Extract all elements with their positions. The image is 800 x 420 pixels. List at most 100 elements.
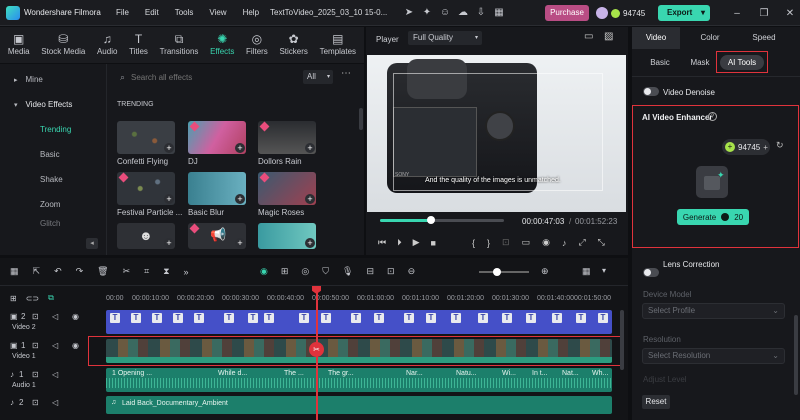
tab-templates[interactable]: ▤ Templates bbox=[320, 27, 356, 63]
track-lock-icon[interactable]: ⊡ bbox=[32, 370, 39, 379]
purchase-button[interactable]: Purchase bbox=[545, 5, 589, 21]
audio-1-clips[interactable]: 1 Opening ... While d... The ... The gr.… bbox=[106, 368, 612, 392]
insert-icon[interactable]: ⊡ bbox=[502, 237, 510, 248]
tab-video[interactable]: Video bbox=[632, 27, 680, 49]
ai-tool-icon[interactable]: ◉ bbox=[260, 266, 268, 277]
mark-in-icon[interactable]: { bbox=[472, 238, 475, 248]
track-visible-icon[interactable]: ◉ bbox=[72, 312, 79, 321]
title-clip-icon[interactable]: T bbox=[598, 313, 608, 323]
help-icon[interactable]: ? bbox=[708, 112, 717, 121]
nav-trending[interactable]: Trending bbox=[0, 117, 106, 142]
scrollbar[interactable] bbox=[359, 108, 363, 130]
playhead-marker[interactable]: ✂ bbox=[309, 342, 324, 357]
title-clip-icon[interactable]: T bbox=[426, 313, 436, 323]
track-mute-icon[interactable]: ◁ bbox=[52, 312, 58, 321]
tab-audio[interactable]: ♫ Audio bbox=[97, 27, 117, 63]
menu-file[interactable]: File bbox=[116, 8, 129, 17]
time-ruler[interactable]: 00:00 00:00:10:00 00:00:20:00 00:00:30:0… bbox=[106, 286, 620, 306]
title-clip-icon[interactable]: T bbox=[264, 313, 274, 323]
zoom-slider[interactable] bbox=[479, 271, 529, 273]
grid-icon[interactable]: ▦ bbox=[492, 5, 506, 19]
effect-card-basic-blur[interactable]: + Basic Blur bbox=[188, 172, 248, 217]
effect-card-magic-roses[interactable]: + Magic Roses bbox=[258, 172, 318, 217]
cut-icon[interactable]: ✂ bbox=[123, 266, 131, 277]
title-clip-icon[interactable]: T bbox=[110, 313, 120, 323]
snap-icon[interactable]: ⧉ bbox=[48, 293, 54, 303]
undo-icon[interactable]: ↶ bbox=[54, 266, 62, 277]
delete-icon[interactable]: 🗑 bbox=[97, 266, 108, 277]
track-mute-icon[interactable]: ◁ bbox=[52, 370, 58, 379]
title-clip-icon[interactable]: T bbox=[152, 313, 162, 323]
title-clip-icon[interactable]: T bbox=[224, 313, 234, 323]
upload-cloud-icon[interactable]: ☁ bbox=[456, 5, 470, 19]
export-button[interactable]: Export ▾ bbox=[658, 5, 710, 21]
quality-select[interactable]: Full Quality ▾ bbox=[408, 31, 482, 45]
account-icon[interactable]: ☺ bbox=[438, 5, 452, 19]
previous-frame-icon[interactable]: ⏮ bbox=[378, 237, 386, 248]
title-clip-icon[interactable]: T bbox=[526, 313, 536, 323]
title-clip-icon[interactable]: T bbox=[351, 313, 361, 323]
adjust-icon[interactable]: ⧗ bbox=[163, 266, 169, 277]
panel-scrollbar[interactable] bbox=[794, 315, 798, 395]
track-mute-icon[interactable]: ◁ bbox=[52, 341, 58, 350]
add-icon[interactable]: + bbox=[235, 143, 245, 153]
tab-stock-media[interactable]: ⛁ Stock Media bbox=[41, 27, 85, 63]
menu-help[interactable]: Help bbox=[243, 8, 259, 17]
auto-highlight-icon[interactable]: ⊞ bbox=[281, 266, 289, 277]
crop-icon[interactable]: ⌗ bbox=[144, 266, 149, 277]
menu-tools[interactable]: Tools bbox=[175, 8, 194, 17]
add-icon[interactable]: + bbox=[164, 194, 174, 204]
title-clip-icon[interactable]: T bbox=[576, 313, 586, 323]
stop-icon[interactable]: ■ bbox=[431, 238, 436, 248]
menu-view[interactable]: View bbox=[209, 8, 226, 17]
timeline-scrollbar[interactable] bbox=[620, 310, 624, 370]
stabilize-icon[interactable]: ◎ bbox=[301, 266, 309, 277]
nav-basic[interactable]: Basic bbox=[0, 142, 106, 167]
subtab-mask[interactable]: Mask bbox=[680, 55, 720, 71]
tab-speed[interactable]: Speed bbox=[740, 27, 788, 49]
nav-shake[interactable]: Shake bbox=[0, 167, 106, 192]
redo-icon[interactable]: ↷ bbox=[76, 266, 84, 277]
title-clip-icon[interactable]: T bbox=[478, 313, 488, 323]
send-icon[interactable]: ➤ bbox=[402, 5, 416, 19]
video-preview[interactable]: SONY And the quality of the images is un… bbox=[367, 55, 626, 212]
effect-card[interactable]: + bbox=[258, 223, 318, 253]
add-icon[interactable]: + bbox=[305, 238, 315, 248]
audio-2-clip[interactable]: ♫ Laid Back_Documentary_Ambient bbox=[106, 396, 612, 414]
progress-handle[interactable] bbox=[427, 216, 435, 224]
expand-icon[interactable]: ⤡ bbox=[598, 237, 605, 248]
effect-card-dj[interactable]: + DJ bbox=[188, 121, 248, 166]
title-clip-icon[interactable]: T bbox=[374, 313, 384, 323]
title-clip-icon[interactable]: T bbox=[502, 313, 512, 323]
timeline-menu-icon[interactable]: ▾ bbox=[602, 266, 606, 275]
track-lock-icon[interactable]: ⊡ bbox=[32, 341, 39, 350]
tab-stickers[interactable]: ✿ Stickers bbox=[279, 27, 307, 63]
video-2-clips[interactable]: T T T T T T T T T T T T T T T T T T T T … bbox=[106, 310, 612, 334]
frame-icon[interactable]: ⊡ bbox=[387, 266, 395, 277]
fullscreen-icon[interactable]: ⤢ bbox=[578, 237, 585, 248]
tab-media[interactable]: ▣ Media bbox=[8, 27, 30, 63]
add-icon[interactable]: + bbox=[305, 143, 315, 153]
minimize-icon[interactable]: – bbox=[730, 6, 744, 20]
menu-edit[interactable]: Edit bbox=[145, 8, 159, 17]
nav-video-effects[interactable]: ▾ Video Effects bbox=[0, 92, 106, 117]
select-tool-icon[interactable]: ⇱ bbox=[33, 266, 41, 277]
download-icon[interactable]: ⇩ bbox=[474, 5, 488, 19]
image-view-icon[interactable]: ▨ bbox=[604, 31, 613, 42]
title-clip-icon[interactable]: T bbox=[404, 313, 414, 323]
subtab-ai-tools[interactable]: AI Tools bbox=[720, 55, 764, 70]
add-icon[interactable]: + bbox=[305, 194, 315, 204]
layout-icon[interactable]: ▦ bbox=[10, 266, 19, 277]
filter-select[interactable]: All ▾ bbox=[303, 70, 333, 84]
tab-filters[interactable]: ◎ Filters bbox=[246, 27, 268, 63]
credits-badge[interactable]: 94745 bbox=[596, 5, 645, 21]
refresh-icon[interactable]: ↻ bbox=[776, 140, 784, 151]
volume-icon[interactable]: ♪ bbox=[562, 238, 567, 248]
play-reverse-icon[interactable]: ⏵ bbox=[397, 237, 402, 248]
mark-out-icon[interactable]: } bbox=[487, 238, 490, 248]
timeline-grid-icon[interactable]: ▦ bbox=[582, 266, 591, 277]
title-clip-icon[interactable]: T bbox=[173, 313, 183, 323]
snapshot-view-icon[interactable]: ▭ bbox=[584, 31, 593, 42]
add-icon[interactable]: + bbox=[235, 238, 245, 248]
shield-icon[interactable]: ⛉ bbox=[322, 266, 329, 277]
